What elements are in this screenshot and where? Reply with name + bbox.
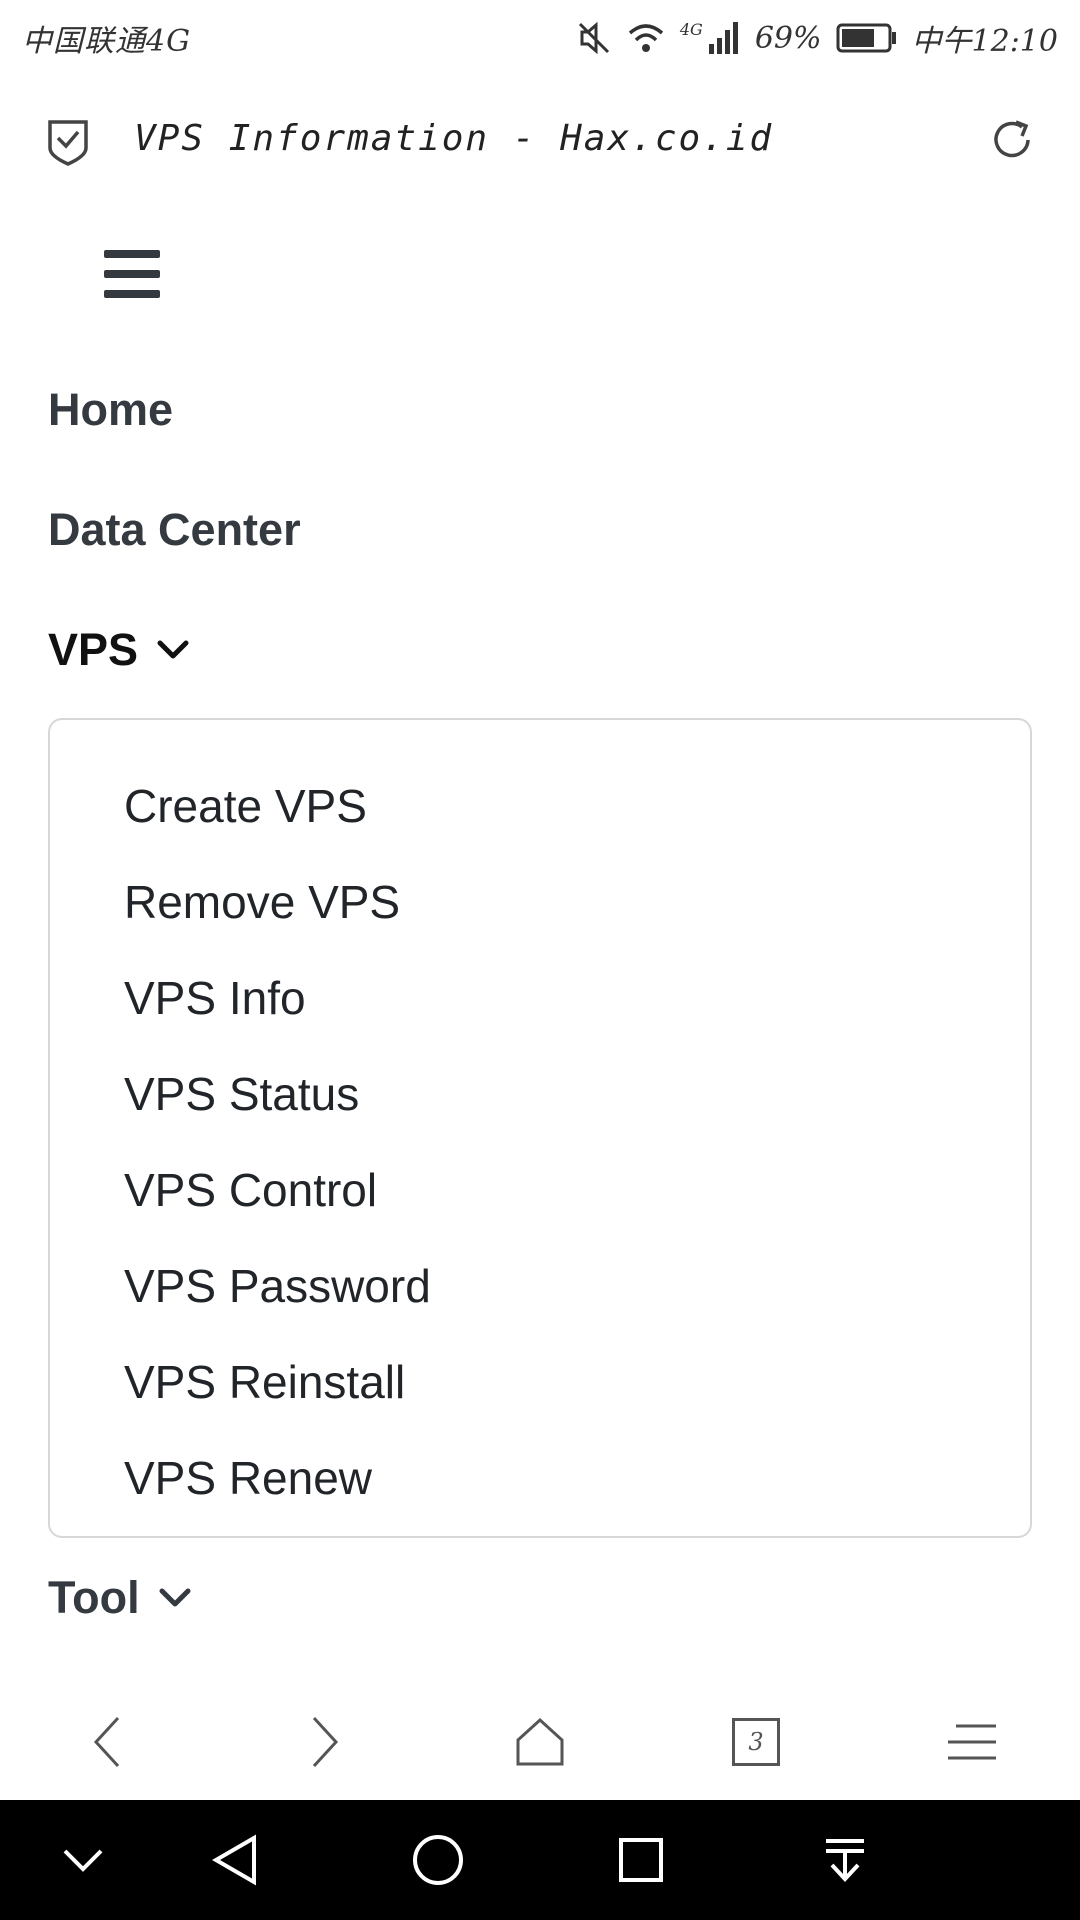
system-back-button[interactable] xyxy=(200,1830,270,1890)
hide-nav-button[interactable] xyxy=(48,1830,118,1890)
clock: 中午12:10 xyxy=(911,24,1058,59)
chevron-down-icon xyxy=(63,1849,103,1872)
signal-icon xyxy=(708,22,738,54)
tabs-button[interactable]: 3 xyxy=(716,1710,796,1774)
battery-percent: 69% xyxy=(754,20,822,56)
carrier-label: 中国联通4G xyxy=(22,24,192,59)
nav-vps-label: VPS xyxy=(48,624,139,675)
wifi-icon xyxy=(628,24,664,52)
nav-data-center[interactable]: Data Center xyxy=(48,504,301,556)
menu-item-vps-renew[interactable]: VPS Renew xyxy=(50,1430,1030,1526)
system-recents-button[interactable] xyxy=(606,1830,676,1890)
status-bar: 中国联通4G 4G 69% 中午12:10 xyxy=(0,0,1080,76)
back-button[interactable] xyxy=(68,1710,148,1774)
forward-button[interactable] xyxy=(284,1710,364,1774)
home-icon xyxy=(516,1717,564,1766)
nav-home[interactable]: Home xyxy=(48,384,173,436)
nav-home-label: Home xyxy=(48,384,174,435)
triangle-back-icon xyxy=(212,1834,256,1886)
menu-item-vps-password[interactable]: VPS Password xyxy=(50,1238,1030,1334)
notification-pull-button[interactable] xyxy=(810,1830,880,1890)
nav-data-center-label: Data Center xyxy=(48,504,301,555)
menu-item-create-vps[interactable]: Create VPS xyxy=(50,758,1030,854)
page-title[interactable]: VPS Information - Hax.co.id xyxy=(134,118,773,159)
home-button[interactable] xyxy=(500,1710,580,1774)
menu-item-remove-vps[interactable]: Remove VPS xyxy=(50,854,1030,950)
status-icons: 4G 69% 中午12:10 xyxy=(576,16,1058,60)
system-home-button[interactable] xyxy=(403,1830,473,1890)
square-recents-icon xyxy=(619,1838,663,1882)
browser-header: VPS Information - Hax.co.id xyxy=(0,100,1080,180)
tab-count: 3 xyxy=(732,1718,780,1766)
nav-tool-label: Tool xyxy=(48,1572,140,1623)
back-arrow-icon xyxy=(93,1716,120,1768)
menu-item-vps-reinstall[interactable]: VPS Reinstall xyxy=(50,1334,1030,1430)
shield-check-icon[interactable] xyxy=(46,118,90,166)
menu-item-vps-control[interactable]: VPS Control xyxy=(50,1142,1030,1238)
browser-menu-button[interactable] xyxy=(932,1710,1012,1774)
system-navigation-bar xyxy=(0,1800,1080,1920)
browser-toolbar: 3 xyxy=(0,1680,1080,1800)
pull-down-icon xyxy=(826,1839,864,1882)
chevron-down-icon xyxy=(157,640,189,659)
vps-dropdown-menu: Create VPS Remove VPS VPS Info VPS Statu… xyxy=(48,718,1032,1538)
refresh-icon[interactable] xyxy=(988,116,1036,164)
nav-vps-dropdown[interactable]: VPS xyxy=(48,624,190,676)
menu-lines-icon xyxy=(948,1724,996,1760)
network-type: 4G xyxy=(679,19,703,39)
menu-item-vps-info[interactable]: VPS Info xyxy=(50,950,1030,1046)
battery-icon xyxy=(836,23,896,53)
menu-item-vps-status[interactable]: VPS Status xyxy=(50,1046,1030,1142)
forward-arrow-icon xyxy=(312,1716,339,1768)
circle-home-icon xyxy=(413,1835,463,1885)
chevron-down-icon xyxy=(159,1588,191,1607)
hamburger-menu-icon[interactable] xyxy=(104,250,160,298)
nav-tool-dropdown[interactable]: Tool xyxy=(48,1572,192,1624)
mute-icon xyxy=(578,21,609,55)
